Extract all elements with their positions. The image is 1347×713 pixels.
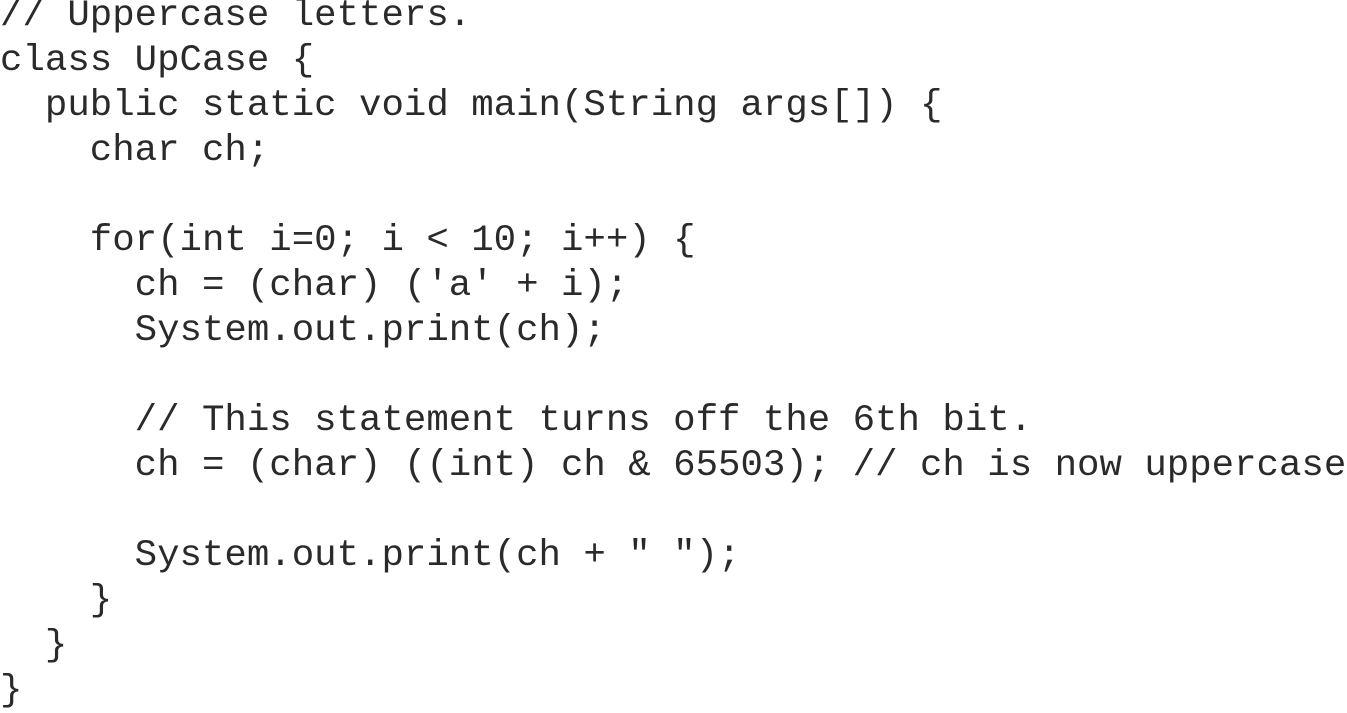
code-line-char-declaration: char ch; — [0, 130, 270, 172]
code-line-char-assignment: ch = (char) ('a' + i); — [0, 265, 629, 307]
code-line-for-loop: for(int i=0; i < 10; i++) { — [0, 220, 696, 262]
code-line-close-class: } — [0, 670, 23, 712]
code-line-close-main: } — [0, 625, 68, 667]
code-line-main-method: public static void main(String args[]) { — [0, 85, 943, 127]
code-line-comment-title: // Uppercase letters. — [0, 0, 472, 37]
code-line-class-declaration: class UpCase { — [0, 40, 315, 82]
code-line-uppercase-conversion: ch = (char) ((int) ch & 65503); // ch is… — [0, 445, 1347, 487]
code-line-close-for: } — [0, 580, 113, 622]
code-line-print-char: System.out.print(ch); — [0, 310, 606, 352]
code-listing: // Uppercase letters. class UpCase { pub… — [0, 0, 1347, 712]
code-line-print-uppercase: System.out.print(ch + " "); — [0, 535, 741, 577]
code-line-comment-bit: // This statement turns off the 6th bit. — [0, 400, 1033, 442]
